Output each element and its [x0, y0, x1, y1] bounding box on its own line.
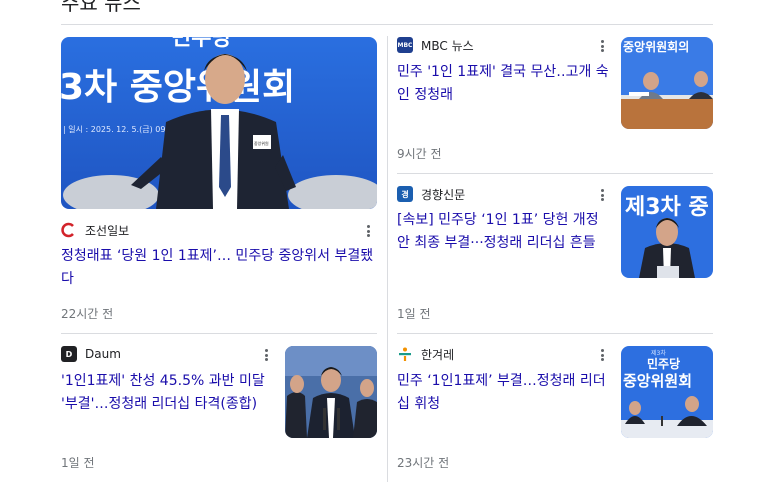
thumbnail-image[interactable]: 중앙위원회의 [621, 37, 713, 129]
headline[interactable]: 민주 '1인 1표제' 결국 무산‥고개 숙인 정청래 [397, 61, 609, 107]
headline[interactable]: '1인1표제' 찬성 45.5% 과반 미달 '부결'…정청래 리더십 타격(종… [61, 370, 273, 416]
hero-image[interactable]: 민주당 3차 중앙위원회 | 일시 : 2025. 12. 5.(금) 09:0… [61, 37, 377, 209]
headline[interactable]: 정청래표 ‘당원 1인 1표제’… 민주당 중앙위서 부결됐다 [61, 245, 379, 291]
row-divider-right-1 [397, 173, 713, 174]
thumb2-banner-text: 제3차 중 [625, 195, 709, 220]
source-name: 경향신문 [421, 187, 466, 202]
source-hani: 한겨레 [397, 345, 454, 363]
timestamp: 1일 전 [397, 307, 431, 321]
top-divider [61, 24, 713, 25]
more-options-icon[interactable] [596, 187, 608, 203]
mbc-logo-icon: MBC [397, 37, 413, 53]
more-options-icon[interactable] [260, 347, 272, 363]
timestamp: 23시간 전 [397, 456, 450, 470]
source-name: 조선일보 [85, 223, 130, 238]
source-mbc: MBC MBC 뉴스 [397, 36, 474, 54]
section-title: 주요 뉴스 [61, 0, 141, 15]
kyunghyang-logo-icon: 경 [397, 186, 413, 202]
timestamp: 9시간 전 [397, 147, 442, 161]
source-kyunghyang: 경 경향신문 [397, 185, 465, 203]
thumbnail-image[interactable]: 제3차 민주당 중앙위원회 [621, 346, 713, 438]
more-options-icon[interactable] [362, 223, 374, 239]
thumb1-banner-text: 중앙위원회의 [623, 39, 689, 54]
thumbnail-image[interactable] [285, 346, 377, 438]
hero-top-text: 민주당 [171, 37, 232, 51]
thumb4-small-text: 제3차 [651, 349, 666, 357]
headline[interactable]: 민주 ‘1인1표제’ 부결…정청래 리더십 휘청 [397, 370, 609, 416]
timestamp: 1일 전 [61, 456, 95, 470]
source-name: MBC 뉴스 [421, 38, 474, 53]
hani-logo-icon [397, 346, 413, 362]
source-name: Daum [85, 347, 121, 361]
thumb4-banner-text-2: 중앙위원회 [623, 372, 692, 390]
thumbnail-image[interactable]: 제3차 중 [621, 186, 713, 278]
headline[interactable]: [속보] 민주당 ‘1인 1표’ 당헌 개정안 최종 부결···정청래 리더십 … [397, 209, 609, 255]
row-divider-left [61, 333, 377, 334]
source-daum: D Daum [61, 345, 121, 363]
daum-logo-icon: D [61, 346, 77, 362]
source-name: 한겨레 [421, 347, 455, 362]
thumb4-banner-text-1: 민주당 [647, 356, 680, 371]
timestamp: 22시간 전 [61, 307, 114, 321]
hero-banner-text: 3차 중앙위원회 [61, 67, 295, 108]
more-options-icon[interactable] [596, 38, 608, 54]
chosun-logo-icon [61, 222, 77, 238]
hero-badge-text: 중앙위원 [254, 140, 269, 146]
row-divider-right-2 [397, 333, 713, 334]
more-options-icon[interactable] [596, 347, 608, 363]
source-chosun: 조선일보 [61, 221, 129, 239]
column-divider [387, 36, 388, 482]
